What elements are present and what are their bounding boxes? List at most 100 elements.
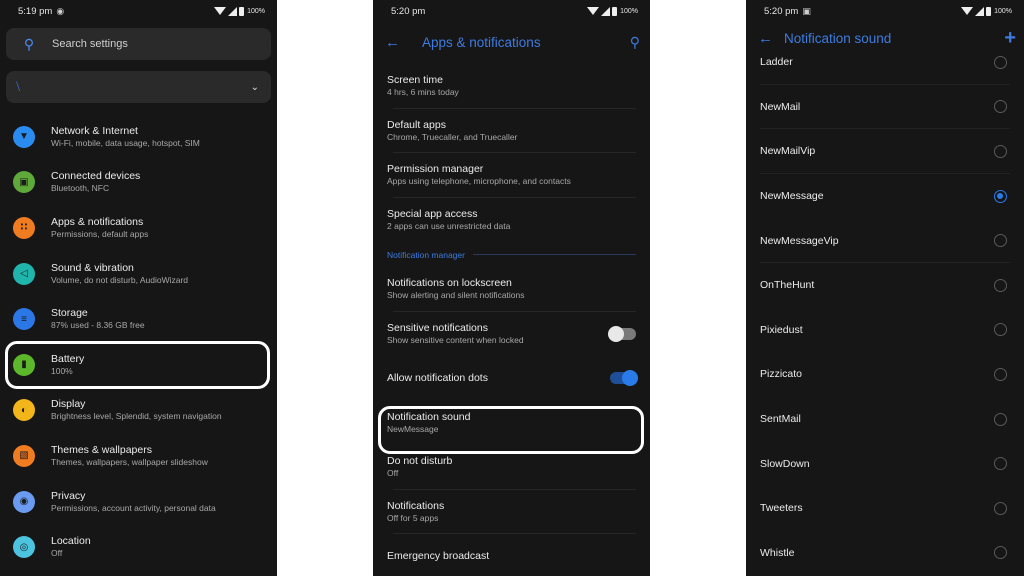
sound-option[interactable]: Pixiedust: [746, 308, 1024, 353]
status-time: 5:20 pm: [391, 5, 426, 17]
back-arrow-icon[interactable]: ←: [758, 30, 778, 47]
item-title: Permission manager: [387, 163, 484, 176]
apps-notifications-list: Screen time 4 hrs, 6 mins today Default ap…: [373, 64, 650, 576]
item-subtitle: Apps using telephone, microphone, and co…: [387, 176, 571, 187]
setting-sensitive-notifications[interactable]: Sensitive notifications Show sensitive co…: [373, 312, 650, 357]
setting-special-app-access[interactable]: Special app access 2 apps can use unrestr…: [373, 198, 650, 243]
chevron-down-icon[interactable]: ⌄: [251, 82, 259, 93]
radio-unselected[interactable]: [994, 55, 1007, 69]
wifi-icon: ▼: [13, 125, 35, 148]
item-subtitle: Chrome, Truecaller, and Truecaller: [387, 131, 518, 142]
location-pin-icon: ◎: [13, 536, 35, 559]
sound-option[interactable]: NewMail: [746, 85, 1024, 130]
sound-name: NewMailVip: [760, 145, 816, 158]
item-title: Connected devices: [51, 170, 141, 183]
item-subtitle: Wi-Fi, mobile, data usage, hotspot, SIM: [51, 137, 200, 148]
item-title: Do not disturb: [387, 455, 453, 468]
setting-notifications[interactable]: Notifications Off for 5 apps: [373, 490, 650, 535]
item-subtitle: 2 apps can use unrestricted data: [387, 220, 511, 231]
volume-icon: ◁: [13, 262, 35, 285]
back-arrow-icon[interactable]: ←: [385, 34, 405, 51]
sound-name: Tweeters: [760, 502, 803, 515]
radio-unselected[interactable]: [994, 100, 1007, 114]
toggle-switch[interactable]: [610, 370, 638, 387]
item-title: Privacy: [51, 489, 86, 502]
radio-unselected[interactable]: [994, 412, 1007, 426]
cell-signal-icon: [228, 6, 238, 16]
setting-allow-notification-dots[interactable]: Allow notification dots: [373, 356, 650, 401]
section-header-notification-manager: Notification manager: [373, 242, 650, 267]
setting-emergency-broadcast[interactable]: Emergency broadcast: [373, 534, 650, 576]
settings-item-connected-devices[interactable]: ▣ Connected devices Bluetooth, NFC: [0, 160, 277, 206]
settings-item-storage[interactable]: ≡ Storage 87% used - 8.36 GB free: [0, 296, 277, 342]
radio-unselected[interactable]: [994, 323, 1007, 337]
section-title: Notification manager: [387, 249, 465, 260]
wallpaper-icon: ▧: [13, 444, 35, 467]
notification-sound-panel: Ladder NewMail NewMailVip NewMessage NewMess…: [746, 0, 1024, 576]
setting-notifications-on-lockscreen[interactable]: Notifications on lockscreen Show alerting…: [373, 267, 650, 312]
status-bar: 5:20 pm 100%: [373, 0, 650, 22]
setting-screen-time[interactable]: Screen time 4 hrs, 6 mins today: [373, 64, 650, 109]
wifi-signal-icon: [961, 7, 974, 15]
sound-list: Ladder NewMail NewMailVip NewMessage NewMess…: [746, 40, 1024, 575]
sound-option[interactable]: SentMail: [746, 397, 1024, 442]
radio-unselected[interactable]: [994, 234, 1007, 248]
radio-unselected[interactable]: [994, 367, 1007, 381]
setting-permission-manager[interactable]: Permission manager Apps using telephone, …: [373, 153, 650, 198]
sound-name: Whistle: [760, 546, 795, 559]
item-title: Notifications: [387, 499, 445, 512]
search-settings-input[interactable]: ⚲ Search settings: [6, 28, 271, 60]
notification-sound-highlight-outline: [378, 406, 644, 454]
sound-option[interactable]: Tweeters: [746, 486, 1024, 531]
brightness-icon: ◐: [13, 399, 35, 422]
radio-unselected[interactable]: [994, 501, 1007, 515]
app-bar: ← Notification sound +: [746, 26, 1024, 50]
item-title: Display: [51, 398, 86, 411]
sound-option[interactable]: NewMailVip: [746, 129, 1024, 174]
setting-default-apps[interactable]: Default apps Chrome, Truecaller, and True…: [373, 109, 650, 154]
sound-name: NewMail: [760, 100, 801, 113]
settings-item-display[interactable]: ◐ Display Brightness level, Splendid, syst…: [0, 388, 277, 434]
item-subtitle: Show sensitive content when locked: [387, 334, 524, 345]
add-icon[interactable]: +: [1004, 27, 1016, 50]
cell-signal-icon: [975, 6, 985, 16]
battery-status-icon: [239, 6, 245, 16]
radio-unselected[interactable]: [994, 457, 1007, 471]
settings-item-themes-wallpapers[interactable]: ▧ Themes & wallpapers Themes, wallpapers, …: [0, 433, 277, 479]
item-subtitle: 4 hrs, 6 mins today: [387, 87, 459, 98]
item-title: Location: [51, 535, 91, 548]
battery-highlight-outline: [5, 341, 270, 389]
settings-item-privacy[interactable]: ◉ Privacy Permissions, account activity, p…: [0, 479, 277, 525]
status-bar: 5:19 pm ◉ 100%: [0, 0, 277, 22]
sound-name: Pixiedust: [760, 323, 803, 336]
conditional-card[interactable]: ⧵ ⌄: [6, 71, 271, 103]
radio-unselected[interactable]: [994, 546, 1007, 560]
item-title: Allow notification dots: [387, 371, 488, 384]
devices-icon: ▣: [13, 171, 35, 194]
toggle-switch[interactable]: [608, 325, 636, 342]
settings-item-apps-notifications[interactable]: ∷ Apps & notifications Permissions, defaul…: [0, 205, 277, 251]
sound-option[interactable]: Pizzicato: [746, 352, 1024, 397]
item-subtitle: Off for 5 apps: [387, 512, 439, 523]
sound-option[interactable]: NewMessageVip: [746, 218, 1024, 263]
sound-option[interactable]: SlowDown: [746, 441, 1024, 486]
sound-name: SlowDown: [760, 457, 810, 470]
search-icon[interactable]: ⚲: [630, 34, 640, 51]
status-time: 5:19 pm: [18, 5, 53, 17]
settings-item-network-internet[interactable]: ▼ Network & Internet Wi-Fi, mobile, data u…: [0, 114, 277, 160]
apps-grid-icon: ∷: [13, 216, 35, 239]
radio-unselected[interactable]: [994, 278, 1007, 292]
battery-percent: 100%: [247, 7, 265, 15]
settings-item-sound-vibration[interactable]: ◁ Sound & vibration Volume, do not disturb…: [0, 251, 277, 297]
sound-option[interactable]: OnTheHunt: [746, 263, 1024, 308]
page-title: Apps & notifications: [422, 34, 541, 50]
radio-selected[interactable]: [994, 189, 1007, 203]
radio-unselected[interactable]: [994, 144, 1007, 158]
sound-option[interactable]: NewMessage: [746, 174, 1024, 219]
item-subtitle: Volume, do not disturb, AudioWizard: [51, 274, 189, 285]
settings-item-location[interactable]: ◎ Location Off: [0, 524, 277, 570]
item-subtitle: Bluetooth, NFC: [51, 183, 110, 194]
item-title: Storage: [51, 307, 88, 320]
sound-option[interactable]: Whistle: [746, 531, 1024, 576]
search-icon: ⚲: [23, 35, 35, 52]
